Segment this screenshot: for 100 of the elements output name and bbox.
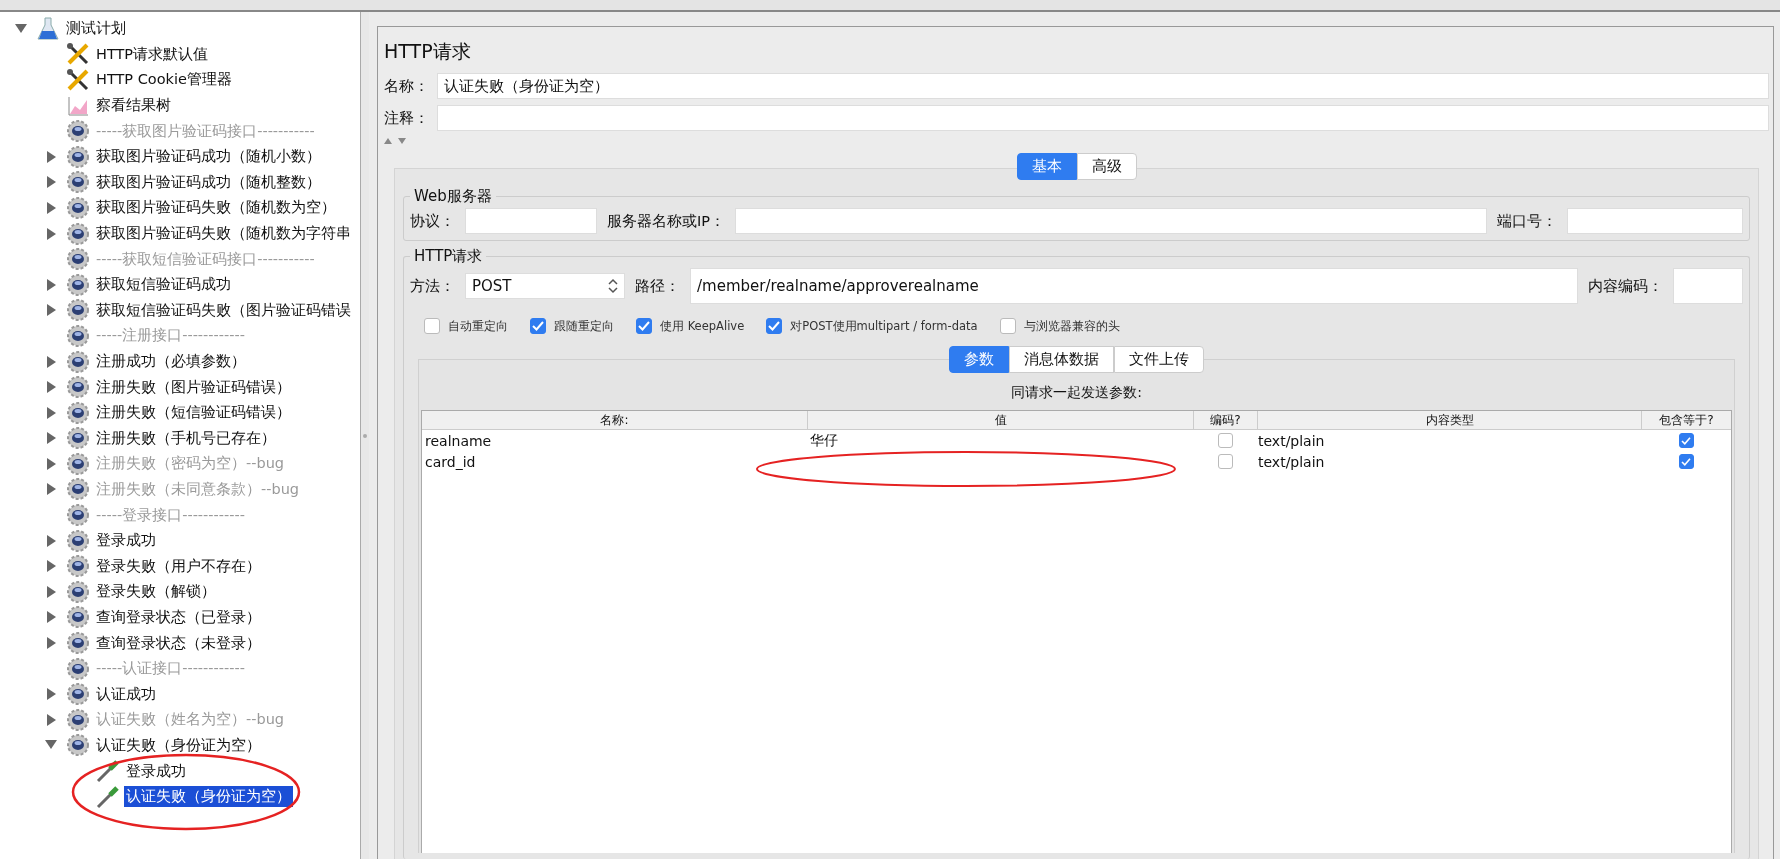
checkbox[interactable] xyxy=(1678,433,1694,448)
field-label: 服务器名称或IP： xyxy=(607,211,726,231)
encoding-field[interactable] xyxy=(1673,268,1743,304)
tree-item[interactable]: 获取图片验证码成功（随机小数） xyxy=(94,146,323,168)
pipette-icon xyxy=(96,759,120,783)
tree-item[interactable]: 登录失败（用户不存在） xyxy=(94,555,263,577)
tree-item[interactable]: 注册失败（手机号已存在） xyxy=(94,427,278,449)
tab[interactable]: 参数 xyxy=(949,346,1009,373)
tree-item[interactable]: 注册失败（短信验证码错误） xyxy=(94,402,293,424)
expand-arrow-icon[interactable] xyxy=(46,432,56,445)
tree-item[interactable]: 察看结果树 xyxy=(94,95,173,117)
path-field[interactable]: /member/realname/approverealname xyxy=(690,268,1578,304)
tree-item[interactable]: 认证失败（身份证为空） xyxy=(124,786,293,808)
checkbox[interactable] xyxy=(1217,454,1233,469)
gear-icon xyxy=(66,631,90,656)
checkbox[interactable] xyxy=(530,318,546,334)
tree-item[interactable]: 查询登录状态（未登录） xyxy=(94,632,263,654)
tree-item[interactable]: 获取图片验证码失败（随机数为空） xyxy=(94,197,338,219)
expand-arrow-icon[interactable] xyxy=(46,201,56,214)
gear-icon xyxy=(66,323,90,348)
tree-item[interactable]: 认证成功 xyxy=(94,683,158,705)
expand-arrow-icon[interactable] xyxy=(46,381,56,394)
gear-icon xyxy=(66,554,90,579)
tree-item[interactable]: 登录成功 xyxy=(94,530,158,552)
expand-arrow-icon[interactable] xyxy=(46,176,56,189)
gear-icon xyxy=(66,349,90,374)
tree-item[interactable]: 登录成功 xyxy=(124,760,188,782)
expand-arrow-icon[interactable] xyxy=(46,278,56,291)
column-header: 内容类型 xyxy=(1258,411,1642,429)
tab[interactable]: 文件上传 xyxy=(1114,346,1204,373)
tree-item[interactable]: 获取图片验证码成功（随机整数） xyxy=(94,171,323,193)
collapse-arrow-icon[interactable] xyxy=(45,740,57,751)
column-header: 值 xyxy=(808,411,1194,429)
tree-item[interactable]: 注册失败（图片验证码错误） xyxy=(94,376,293,398)
tree-item[interactable]: HTTP Cookie管理器 xyxy=(94,69,234,91)
stepper-icon xyxy=(608,278,618,294)
tree-item[interactable]: 认证失败（身份证为空） xyxy=(94,734,263,756)
name-field[interactable]: 认证失败（身份证为空） xyxy=(437,73,1769,99)
gear-icon xyxy=(66,477,90,502)
checkbox[interactable] xyxy=(1678,454,1694,469)
tree-item[interactable]: 注册成功（必填参数） xyxy=(94,351,248,372)
gear-icon xyxy=(66,451,90,476)
tree-item[interactable]: 获取图片验证码失败（随机数为字符串 xyxy=(94,223,353,245)
gear-icon xyxy=(66,298,90,323)
port-field[interactable] xyxy=(1567,208,1743,234)
tree-item[interactable]: 查询登录状态（已登录） xyxy=(94,606,263,628)
field-label: 名称： xyxy=(384,76,429,96)
method-select[interactable]: POST xyxy=(465,273,625,299)
field-label: 内容编码： xyxy=(1588,276,1663,296)
tools-icon xyxy=(66,68,90,92)
gear-icon xyxy=(66,272,90,297)
gear-icon xyxy=(66,528,90,553)
expand-arrow-icon[interactable] xyxy=(46,150,56,163)
comment-field[interactable] xyxy=(437,105,1769,131)
checkbox-label: 跟随重定向 xyxy=(554,318,614,334)
gear-icon xyxy=(66,426,90,451)
checkbox[interactable] xyxy=(999,318,1016,334)
checkbox[interactable] xyxy=(766,318,783,334)
expand-arrow-icon[interactable] xyxy=(46,585,56,598)
checkbox[interactable] xyxy=(1217,433,1233,448)
expand-arrow-icon[interactable] xyxy=(46,560,56,573)
expand-arrow-icon[interactable] xyxy=(46,227,56,240)
panel-title: HTTP请求 xyxy=(384,39,472,64)
collapse-arrows-icon[interactable] xyxy=(384,137,408,145)
flask-icon xyxy=(37,16,59,41)
server-field[interactable] xyxy=(735,208,1487,234)
tree-item[interactable]: 测试计划 xyxy=(64,18,128,40)
gear-icon xyxy=(66,195,90,220)
checkbox[interactable] xyxy=(636,318,652,334)
tab[interactable]: 基本 xyxy=(1016,153,1077,180)
column-header: 名称: xyxy=(422,411,808,429)
expand-arrow-icon[interactable] xyxy=(46,406,56,419)
collapse-arrow-icon[interactable] xyxy=(15,23,27,34)
tree-item[interactable]: 获取短信验证码成功 xyxy=(94,274,233,296)
column-header: 包含等于? xyxy=(1658,412,1715,429)
table-cell: realname xyxy=(425,432,492,449)
checkbox[interactable] xyxy=(424,318,440,334)
chart-icon xyxy=(67,94,89,117)
gear-icon xyxy=(66,733,90,758)
gear-icon xyxy=(66,682,90,707)
protocol-field[interactable] xyxy=(465,208,597,234)
tab[interactable]: 消息体数据 xyxy=(1009,346,1114,373)
tab[interactable]: 高级 xyxy=(1076,153,1137,180)
field-label: 方法： xyxy=(410,276,455,296)
expand-arrow-icon[interactable] xyxy=(46,534,56,547)
field-label: 端口号： xyxy=(1497,211,1557,231)
expand-arrow-icon[interactable] xyxy=(46,637,56,650)
gear-icon xyxy=(66,119,90,144)
expand-arrow-icon[interactable] xyxy=(46,688,56,701)
expand-arrow-icon[interactable] xyxy=(46,304,56,317)
gear-icon xyxy=(66,707,90,732)
tree-item[interactable]: HTTP请求默认值 xyxy=(94,43,211,65)
expand-arrow-icon[interactable] xyxy=(46,355,56,368)
gear-icon xyxy=(66,605,90,630)
tree-item[interactable]: 获取短信验证码失败（图片验证码错误 xyxy=(94,299,353,321)
expand-arrow-icon[interactable] xyxy=(46,611,56,624)
checkbox-label: 使用 KeepAlive xyxy=(660,318,745,334)
tree-item[interactable]: 登录失败（解锁） xyxy=(94,581,218,603)
field-label: 路径： xyxy=(635,276,680,296)
table-cell: text/plain xyxy=(1258,432,1325,449)
